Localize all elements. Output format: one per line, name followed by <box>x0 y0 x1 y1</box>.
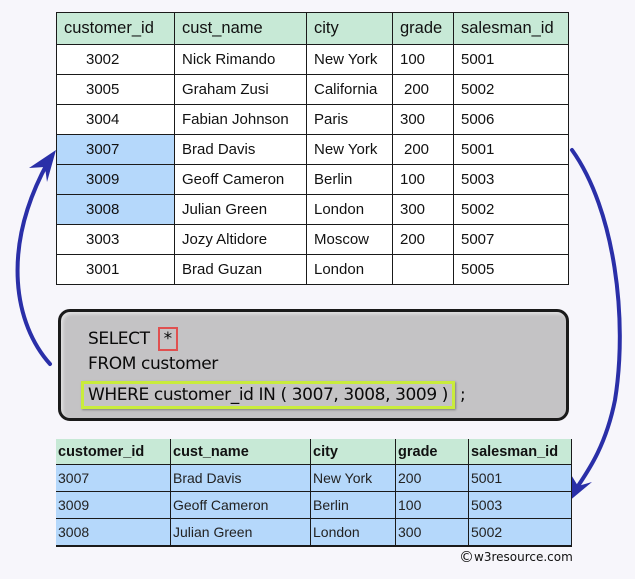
copyright-icon: © <box>459 548 474 566</box>
copyright-text: w3resource.com <box>474 550 573 564</box>
result-cell-city: Berlin <box>310 491 396 519</box>
result-col-header-grade: grade <box>395 439 469 465</box>
col-header-salesman-id: salesman_id <box>453 12 569 45</box>
source-cell-salesman-id: 5006 <box>453 104 569 135</box>
result-cell-cust-name: Geoff Cameron <box>170 491 311 519</box>
source-cell-grade: 100 <box>392 164 454 195</box>
result-col-header-salesman-id: salesman_id <box>468 439 572 465</box>
source-cell-grade: 200 <box>392 134 454 165</box>
sql-where-clause-highlight: WHERE customer_id IN ( 3007, 3008, 3009 … <box>81 381 455 409</box>
source-cell-salesman-id: 5003 <box>453 164 569 195</box>
result-cell-salesman-id: 5002 <box>468 518 572 547</box>
source-cell-cust-name: Brad Guzan <box>174 254 307 285</box>
source-cell-salesman-id: 5001 <box>453 134 569 165</box>
source-table-row: 3007 Brad Davis New York 200 5001 <box>56 134 569 165</box>
sql-from-line: FROM customer <box>88 354 218 374</box>
result-cell-customer-id: 3007 <box>56 464 171 492</box>
source-cell-cust-name: Nick Rimando <box>174 44 307 75</box>
col-header-customer-id: customer_id <box>56 12 175 45</box>
result-table: customer_id cust_name city grade salesma… <box>56 439 572 547</box>
source-table-row: 3002 Nick Rimando New York 100 5001 <box>56 44 569 75</box>
source-customer-table: customer_id cust_name city grade salesma… <box>56 12 569 285</box>
result-cell-grade: 300 <box>395 518 469 547</box>
source-cell-grade: 300 <box>392 104 454 135</box>
source-cell-cust-name: Jozy Altidore <box>174 224 307 255</box>
source-cell-salesman-id: 5002 <box>453 194 569 225</box>
source-cell-cust-name: Geoff Cameron <box>174 164 307 195</box>
source-cell-salesman-id: 5001 <box>453 44 569 75</box>
source-cell-city: California <box>306 74 393 105</box>
result-cell-customer-id: 3008 <box>56 518 171 547</box>
sql-terminator: ; <box>460 385 466 405</box>
result-col-header-customer-id: customer_id <box>56 439 171 465</box>
source-table-row: 3001 Brad Guzan London 5005 <box>56 254 569 285</box>
source-cell-city: London <box>306 194 393 225</box>
result-col-header-cust-name: cust_name <box>170 439 311 465</box>
source-table-row: 3004 Fabian Johnson Paris 300 5006 <box>56 104 569 135</box>
source-cell-grade <box>392 254 454 285</box>
source-table-row: 3005 Graham Zusi California 200 5002 <box>56 74 569 105</box>
source-table-row: 3009 Geoff Cameron Berlin 100 5003 <box>56 164 569 195</box>
source-cell-city: New York <box>306 134 393 165</box>
source-cell-cust-name: Julian Green <box>174 194 307 225</box>
source-cell-customer-id: 3001 <box>56 254 175 285</box>
source-cell-grade: 100 <box>392 44 454 75</box>
result-col-header-city: city <box>310 439 396 465</box>
source-cell-grade: 200 <box>392 74 454 105</box>
result-table-row: 3009 Geoff Cameron Berlin 100 5003 <box>56 491 572 519</box>
sql-query-box: SELECT * FROM customer WHERE customer_id… <box>58 309 569 421</box>
source-cell-salesman-id: 5002 <box>453 74 569 105</box>
result-cell-cust-name: Julian Green <box>170 518 311 547</box>
source-cell-customer-id: 3007 <box>56 134 175 165</box>
col-header-grade: grade <box>392 12 454 45</box>
sql-select-line: SELECT * <box>88 327 178 351</box>
result-cell-grade: 100 <box>395 491 469 519</box>
result-cell-cust-name: Brad Davis <box>170 464 311 492</box>
copyright-notice: ©w3resource.com <box>459 548 573 566</box>
col-header-cust-name: cust_name <box>174 12 307 45</box>
source-cell-customer-id: 3003 <box>56 224 175 255</box>
source-cell-cust-name: Fabian Johnson <box>174 104 307 135</box>
sql-select-keyword: SELECT <box>88 329 150 349</box>
result-cell-customer-id: 3009 <box>56 491 171 519</box>
source-cell-customer-id: 3005 <box>56 74 175 105</box>
source-table-row: 3003 Jozy Altidore Moscow 200 5007 <box>56 224 569 255</box>
source-cell-city: Paris <box>306 104 393 135</box>
source-cell-salesman-id: 5005 <box>453 254 569 285</box>
result-cell-grade: 200 <box>395 464 469 492</box>
source-cell-customer-id: 3002 <box>56 44 175 75</box>
source-cell-city: Berlin <box>306 164 393 195</box>
source-cell-city: London <box>306 254 393 285</box>
source-cell-city: Moscow <box>306 224 393 255</box>
result-cell-salesman-id: 5001 <box>468 464 572 492</box>
result-header-row: customer_id cust_name city grade salesma… <box>56 439 572 465</box>
source-table-row: 3008 Julian Green London 300 5002 <box>56 194 569 225</box>
source-cell-customer-id: 3008 <box>56 194 175 225</box>
result-cell-city: New York <box>310 464 396 492</box>
result-table-row: 3007 Brad Davis New York 200 5001 <box>56 464 572 492</box>
source-cell-city: New York <box>306 44 393 75</box>
source-cell-grade: 200 <box>392 224 454 255</box>
source-cell-grade: 300 <box>392 194 454 225</box>
source-cell-salesman-id: 5007 <box>453 224 569 255</box>
source-cell-cust-name: Brad Davis <box>174 134 307 165</box>
col-header-city: city <box>306 12 393 45</box>
sql-where-line: WHERE customer_id IN ( 3007, 3008, 3009 … <box>81 381 466 409</box>
source-header-row: customer_id cust_name city grade salesma… <box>56 12 569 45</box>
sql-select-star-highlight: * <box>157 327 178 351</box>
source-cell-cust-name: Graham Zusi <box>174 74 307 105</box>
result-table-row: 3008 Julian Green London 300 5002 <box>56 518 572 547</box>
source-cell-customer-id: 3004 <box>56 104 175 135</box>
result-cell-city: London <box>310 518 396 547</box>
source-cell-customer-id: 3009 <box>56 164 175 195</box>
result-cell-salesman-id: 5003 <box>468 491 572 519</box>
